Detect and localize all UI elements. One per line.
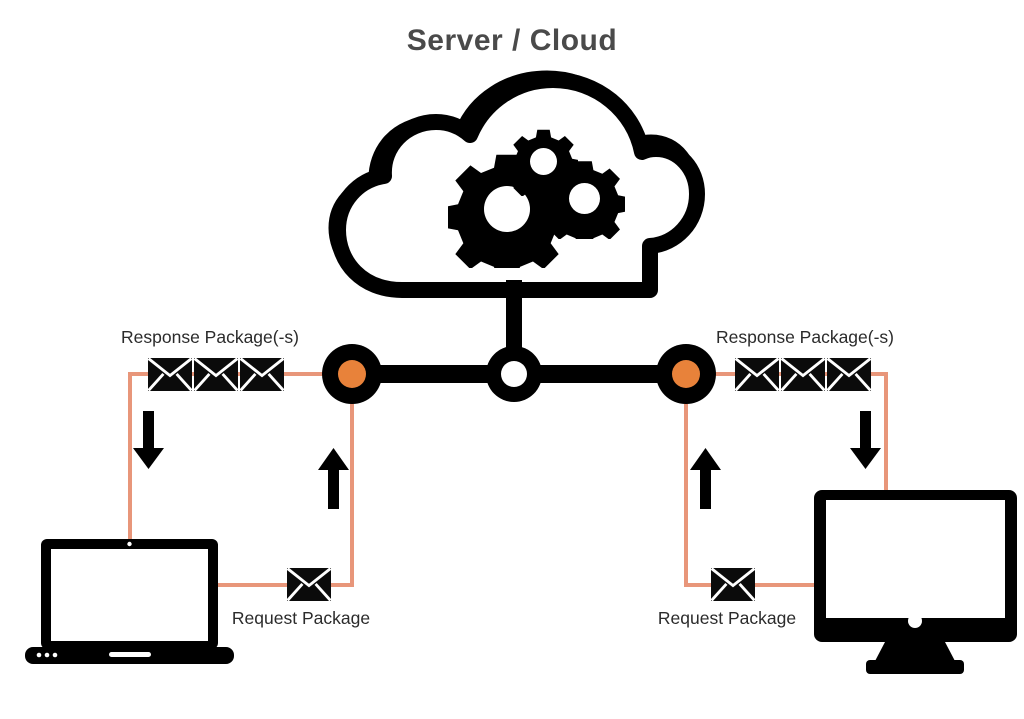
- right-response-envelopes: [735, 358, 871, 391]
- laptop: [25, 539, 234, 664]
- left-response-label: Response Package(-s): [121, 327, 299, 347]
- network-bus: [322, 280, 716, 404]
- right-request-label: Request Package: [658, 608, 796, 628]
- left-request-label: Request Package: [232, 608, 370, 628]
- cloud: [328, 70, 705, 298]
- left-arrow-down-response: [133, 411, 164, 469]
- desktop-monitor: [814, 490, 1017, 674]
- left-arrow-up-request: [318, 448, 349, 509]
- network-flow-diagram: Server / Cloud Response Package(-s) Requ…: [0, 0, 1024, 719]
- right-arrow-down-response: [850, 411, 881, 469]
- page-title: Server / Cloud: [407, 24, 617, 57]
- left-request-envelopes: [287, 568, 331, 601]
- right-response-label: Response Package(-s): [716, 327, 894, 347]
- flow-lines: [128, 372, 888, 587]
- left-response-envelopes: [148, 358, 284, 391]
- right-arrow-up-request: [690, 448, 721, 509]
- node-left: [322, 344, 382, 404]
- node-right: [656, 344, 716, 404]
- right-request-envelopes: [711, 568, 755, 601]
- node-center: [486, 346, 542, 402]
- gear-medium-right: [544, 161, 625, 239]
